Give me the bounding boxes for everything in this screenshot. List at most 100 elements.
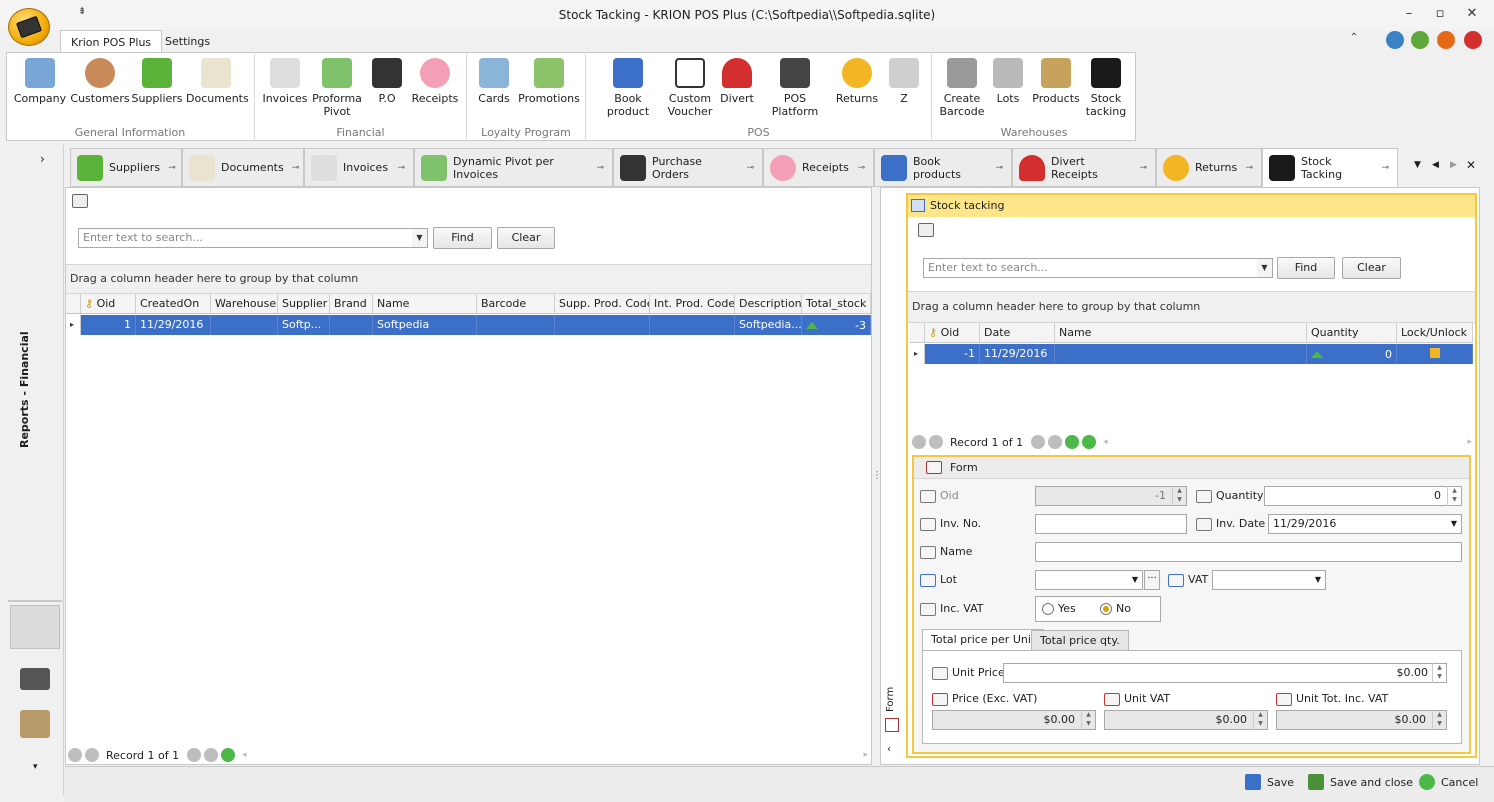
book-product-button[interactable]: Book product [592, 58, 664, 118]
invno-input[interactable] [1035, 514, 1187, 534]
collapse-left-icon[interactable]: ‹ [887, 744, 891, 755]
first-record-icon[interactable] [68, 748, 82, 762]
col-quantity[interactable]: Quantity [1307, 323, 1397, 342]
exit-icon[interactable] [1464, 31, 1482, 49]
doctab-returns[interactable]: Returns ⊸ [1156, 148, 1262, 187]
products-button[interactable]: Products [1030, 58, 1082, 105]
remove-record-icon[interactable] [1082, 435, 1097, 449]
chevron-down-icon[interactable]: ▾ [33, 762, 38, 772]
expand-chevron-icon[interactable]: › [40, 152, 45, 166]
print-icon[interactable] [918, 223, 934, 237]
scroll-left-icon[interactable]: ◂ [242, 750, 247, 760]
col-lock-unlock[interactable]: Lock/Unlock [1397, 323, 1473, 342]
invdate-input[interactable]: 11/29/2016 [1268, 514, 1462, 534]
custom-voucher-button[interactable]: Custom Voucher [664, 58, 716, 118]
suppliers-button[interactable]: Suppliers [130, 58, 184, 105]
nav-store-icon[interactable] [20, 710, 50, 738]
pin-icon[interactable]: ⊸ [1373, 163, 1389, 173]
pin-icon[interactable]: ⊸ [389, 163, 405, 173]
minimize-button[interactable]: – [1398, 6, 1420, 24]
unit-price-spinner[interactable]: ▲ ▼ [1432, 663, 1446, 683]
users-icon[interactable] [1411, 31, 1429, 49]
promotions-button[interactable]: Promotions [517, 58, 581, 105]
reports-financial-label[interactable]: Reports - Financial [18, 330, 40, 450]
lots-button[interactable]: Lots [988, 58, 1028, 105]
divert-button[interactable]: Divert [716, 58, 758, 105]
doctab-invoices[interactable]: Invoices ⊸ [304, 148, 414, 187]
col-description[interactable]: Description [735, 294, 802, 313]
col-oid[interactable]: ⚷ Oid [925, 323, 980, 342]
left-clear-button[interactable]: Clear [497, 227, 555, 249]
group-by-hint[interactable]: Drag a column header here to group by th… [908, 291, 1475, 323]
prev-record-icon[interactable] [929, 435, 943, 449]
unlock-icon[interactable] [1429, 348, 1440, 358]
create-barcode-button[interactable]: Create Barcode [936, 58, 988, 118]
col-supp-prod-code[interactable]: Supp. Prod. Code [555, 294, 650, 313]
tab-list-dropdown-icon[interactable]: ▼ [1414, 160, 1421, 170]
invdate-dropdown-icon[interactable]: ▼ [1447, 515, 1461, 533]
tab-settings[interactable]: Settings [155, 30, 220, 53]
lot-ellipsis-button[interactable]: ··· [1144, 570, 1160, 590]
tab-krion-pos-plus[interactable]: Krion POS Plus [60, 30, 163, 53]
left-find-button[interactable]: Find [433, 227, 492, 249]
col-name[interactable]: Name [1055, 323, 1307, 342]
vat-select[interactable] [1212, 570, 1326, 590]
doctab-dynamic-pivot[interactable]: Dynamic Pivot per Invoices ⊸ [414, 148, 613, 187]
documents-button[interactable]: Documents [186, 58, 249, 105]
doctab-divert-receipts[interactable]: Divert Receipts ⊸ [1012, 148, 1156, 187]
invoices-button[interactable]: Invoices [261, 58, 309, 105]
pin-icon[interactable]: ⊸ [738, 163, 754, 173]
table-row[interactable]: ▸ -1 11/29/2016 0 [910, 344, 1473, 364]
col-warehouse[interactable]: Warehouse [211, 294, 278, 313]
tab-total-price-qty[interactable]: Total price qty. [1031, 630, 1129, 652]
tab-scroll-left-icon[interactable]: ◀ [1432, 160, 1439, 170]
collapse-ribbon-icon[interactable]: ⌃ [1343, 32, 1365, 50]
close-window-button[interactable]: ✕ [1461, 6, 1483, 24]
doctab-documents[interactable]: Documents ⊸ [182, 148, 304, 187]
left-search-input[interactable]: Enter text to search... [78, 228, 413, 248]
stock-tacking-button[interactable]: Stock tacking [1082, 58, 1130, 118]
col-createdon[interactable]: CreatedOn [136, 294, 211, 313]
col-name[interactable]: Name [373, 294, 477, 313]
nav-pos-terminal-icon[interactable] [20, 668, 50, 690]
search-dropdown-icon[interactable]: ▼ [412, 228, 428, 248]
pin-icon[interactable]: ⊸ [1131, 163, 1147, 173]
customers-button[interactable]: Customers [70, 58, 130, 105]
name-input[interactable] [1035, 542, 1462, 562]
receipts-button[interactable]: Receipts [409, 58, 461, 105]
col-oid[interactable]: ⚷ Oid [81, 294, 136, 313]
tab-total-price-per-unit[interactable]: Total price per Unit [922, 629, 1045, 651]
tab-scroll-right-icon[interactable]: ▶ [1450, 160, 1457, 170]
cancel-button[interactable]: Cancel [1419, 771, 1478, 793]
doctab-suppliers[interactable]: Suppliers ⊸ [70, 148, 182, 187]
cards-button[interactable]: Cards [473, 58, 515, 105]
col-int-prod-code[interactable]: Int. Prod. Code [650, 294, 735, 313]
last-record-icon[interactable] [1048, 435, 1063, 449]
form-side-label[interactable]: Form [885, 687, 899, 712]
maximize-button[interactable]: ▫ [1429, 6, 1451, 24]
last-record-icon[interactable] [204, 748, 219, 762]
print-icon[interactable] [72, 194, 88, 208]
nav-invoices-icon[interactable] [10, 605, 60, 649]
pin-icon[interactable]: ⊸ [160, 163, 176, 173]
company-button[interactable]: Company [10, 58, 70, 105]
doctab-book-products[interactable]: Book products ⊸ [874, 148, 1012, 187]
power-icon[interactable] [1437, 31, 1455, 49]
col-total-stock[interactable]: Total_stock [802, 294, 871, 313]
doctab-purchase-orders[interactable]: Purchase Orders ⊸ [613, 148, 763, 187]
save-button[interactable]: Save [1245, 771, 1294, 793]
incvat-no-radio[interactable]: No [1100, 602, 1131, 615]
search-dropdown-icon[interactable]: ▼ [1257, 258, 1273, 278]
quantity-input[interactable]: 0 [1264, 486, 1462, 506]
refresh-icon[interactable] [221, 748, 236, 762]
unit-price-input[interactable]: $0.00 [1003, 663, 1447, 683]
pos-platform-button[interactable]: POS Platform [760, 58, 830, 118]
quantity-spinner[interactable]: ▲ ▼ [1447, 486, 1461, 506]
po-button[interactable]: P.O [367, 58, 407, 105]
col-brand[interactable]: Brand [330, 294, 373, 313]
prev-record-icon[interactable] [85, 748, 99, 762]
group-by-hint[interactable]: Drag a column header here to group by th… [66, 264, 871, 294]
pin-icon[interactable]: ⊸ [987, 163, 1003, 173]
table-row[interactable]: ▸ 1 11/29/2016 Softp... Softpedia Softpe… [66, 315, 871, 335]
col-date[interactable]: Date [980, 323, 1055, 342]
